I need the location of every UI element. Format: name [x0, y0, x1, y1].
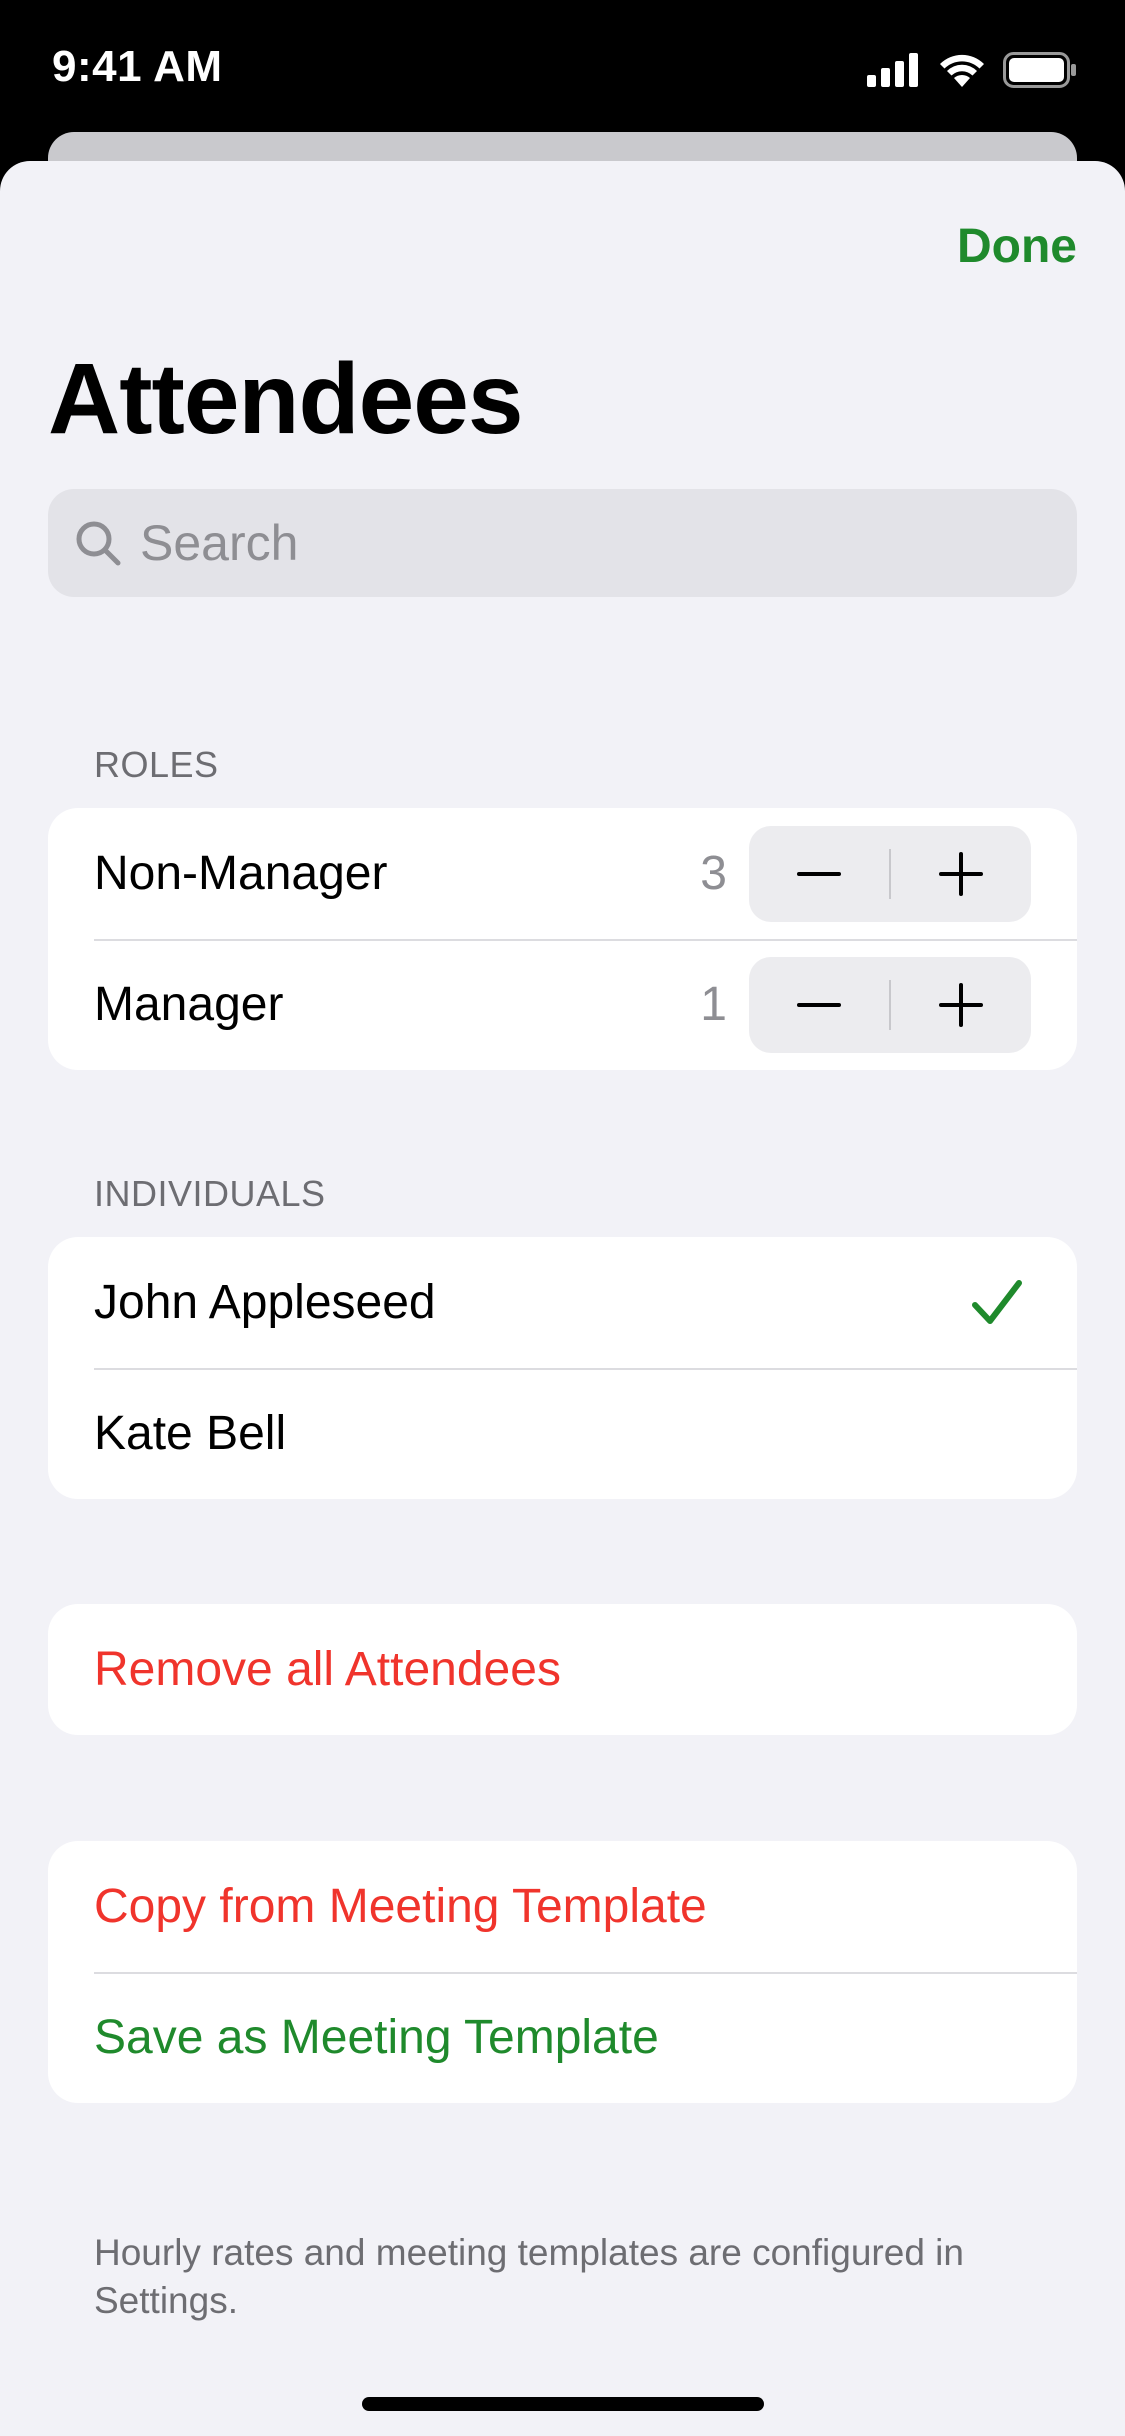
- increment-button[interactable]: [891, 957, 1031, 1053]
- individuals-section-header: INDIVIDUALS: [94, 1173, 326, 1214]
- save-template-label: Save as Meeting Template: [94, 2011, 659, 2064]
- individual-label: John Appleseed: [94, 1276, 436, 1329]
- individuals-group: John Appleseed Kate Bell: [48, 1237, 1077, 1499]
- home-indicator[interactable]: [362, 2397, 764, 2411]
- minus-icon: [797, 872, 841, 876]
- copy-template-label: Copy from Meeting Template: [94, 1880, 707, 1933]
- battery-icon: [1003, 52, 1076, 88]
- role-label: Non-Manager: [94, 847, 388, 900]
- roles-section-header: ROLES: [94, 744, 219, 785]
- individual-row-kate-bell[interactable]: Kate Bell: [48, 1368, 1077, 1499]
- status-bar: 9:41 AM: [0, 0, 1125, 132]
- role-count: 3: [700, 847, 727, 900]
- save-as-template-button[interactable]: Save as Meeting Template: [48, 1972, 1077, 2103]
- done-button[interactable]: Done: [957, 219, 1077, 274]
- screen: 9:41 AM Done Attendees Search ROLES Non-…: [0, 0, 1125, 2436]
- status-time: 9:41 AM: [52, 42, 223, 91]
- page-title: Attendees: [48, 343, 523, 455]
- decrement-button[interactable]: [749, 957, 889, 1053]
- plus-icon: [938, 983, 983, 1027]
- wifi-icon: [940, 54, 984, 87]
- copy-from-template-button[interactable]: Copy from Meeting Template: [48, 1841, 1077, 1972]
- search-icon: [70, 515, 126, 571]
- remove-group: Remove all Attendees: [48, 1604, 1077, 1735]
- checkmark-icon: [972, 1280, 1022, 1324]
- quantity-stepper: [749, 826, 1031, 922]
- template-group: Copy from Meeting Template Save as Meeti…: [48, 1841, 1077, 2103]
- footer-note: Hourly rates and meeting templates are c…: [94, 2232, 964, 2321]
- role-row-non-manager: Non-Manager 3: [48, 808, 1077, 939]
- attendees-sheet: Done Attendees ROLES Non-Manager 3: [0, 161, 1125, 2436]
- remove-all-attendees-button[interactable]: Remove all Attendees: [48, 1604, 1077, 1735]
- search-field[interactable]: [48, 489, 1077, 597]
- plus-icon: [938, 852, 983, 896]
- remove-all-label: Remove all Attendees: [94, 1643, 561, 1696]
- role-row-manager: Manager 1: [48, 939, 1077, 1070]
- minus-icon: [797, 1003, 841, 1007]
- roles-group: Non-Manager 3 Manager 1: [48, 808, 1077, 1070]
- status-icons: [867, 50, 1077, 90]
- cellular-signal-icon: [867, 53, 918, 87]
- role-count: 1: [700, 978, 727, 1031]
- decrement-button[interactable]: [749, 826, 889, 922]
- search-input[interactable]: [140, 514, 1040, 572]
- individual-label: Kate Bell: [94, 1407, 287, 1460]
- quantity-stepper: [749, 957, 1031, 1053]
- increment-button[interactable]: [891, 826, 1031, 922]
- individual-row-john-appleseed[interactable]: John Appleseed: [48, 1237, 1077, 1368]
- role-label: Manager: [94, 978, 284, 1031]
